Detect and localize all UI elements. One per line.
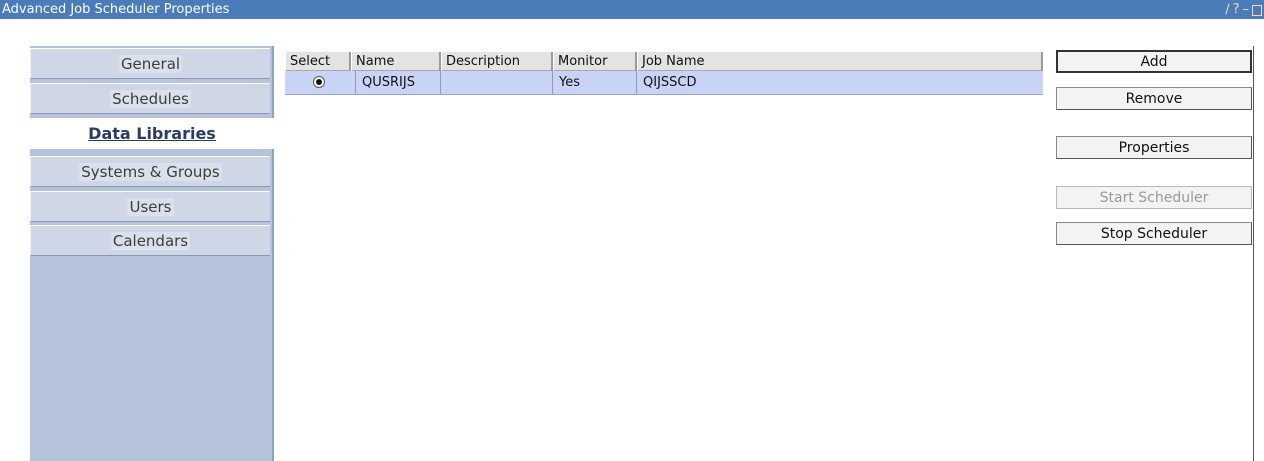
tab-label: General [118, 54, 183, 73]
name-cell: QUSRIJS [356, 71, 441, 94]
tab-label: Calendars [110, 231, 191, 250]
window-controls: ∕ ? – [1225, 0, 1262, 19]
tab-label: Users [127, 197, 174, 216]
start-scheduler-button: Start Scheduler [1056, 186, 1252, 209]
column-header-description[interactable]: Description [441, 52, 553, 71]
column-header-select[interactable]: Select [285, 52, 351, 71]
select-cell [285, 71, 356, 94]
description-cell [441, 71, 553, 94]
window-titlebar: Advanced Job Scheduler Properties ∕ ? – [0, 0, 1264, 19]
tab-systems-groups[interactable]: Systems & Groups [30, 156, 270, 187]
properties-button[interactable]: Properties [1056, 136, 1252, 159]
row-select-radio[interactable] [313, 76, 325, 88]
tab-label: Data Libraries [88, 124, 216, 143]
column-header-name[interactable]: Name [351, 52, 441, 71]
maximize-icon[interactable] [1252, 4, 1262, 16]
add-button[interactable]: Add [1056, 50, 1252, 73]
minimize-icon[interactable]: – [1243, 0, 1250, 19]
tab-schedules[interactable]: Schedules [30, 83, 270, 114]
tab-label: Schedules [110, 89, 191, 108]
property-tabs-sidebar: General Schedules Data Libraries Systems… [30, 46, 274, 461]
panel-border [1253, 46, 1254, 461]
edit-icon[interactable]: ∕ [1225, 0, 1229, 19]
column-header-monitor[interactable]: Monitor [553, 52, 637, 71]
tab-users[interactable]: Users [30, 191, 270, 222]
job-name-cell: QIJSSCD [643, 75, 697, 90]
tab-label: Systems & Groups [79, 162, 222, 181]
remove-button[interactable]: Remove [1056, 87, 1252, 110]
help-icon[interactable]: ? [1233, 0, 1240, 19]
monitor-cell: Yes [553, 71, 637, 94]
table-row[interactable]: QUSRIJS Yes QIJSSCD [285, 71, 1043, 95]
column-header-job-name[interactable]: Job Name [637, 52, 1043, 71]
stop-scheduler-button[interactable]: Stop Scheduler [1056, 222, 1252, 245]
window-title: Advanced Job Scheduler Properties [2, 2, 230, 17]
tab-calendars[interactable]: Calendars [30, 225, 270, 256]
table-header: Select Name Description Monitor Job Name [285, 51, 1043, 71]
tab-data-libraries[interactable]: Data Libraries [30, 118, 274, 149]
tab-general[interactable]: General [30, 48, 270, 79]
